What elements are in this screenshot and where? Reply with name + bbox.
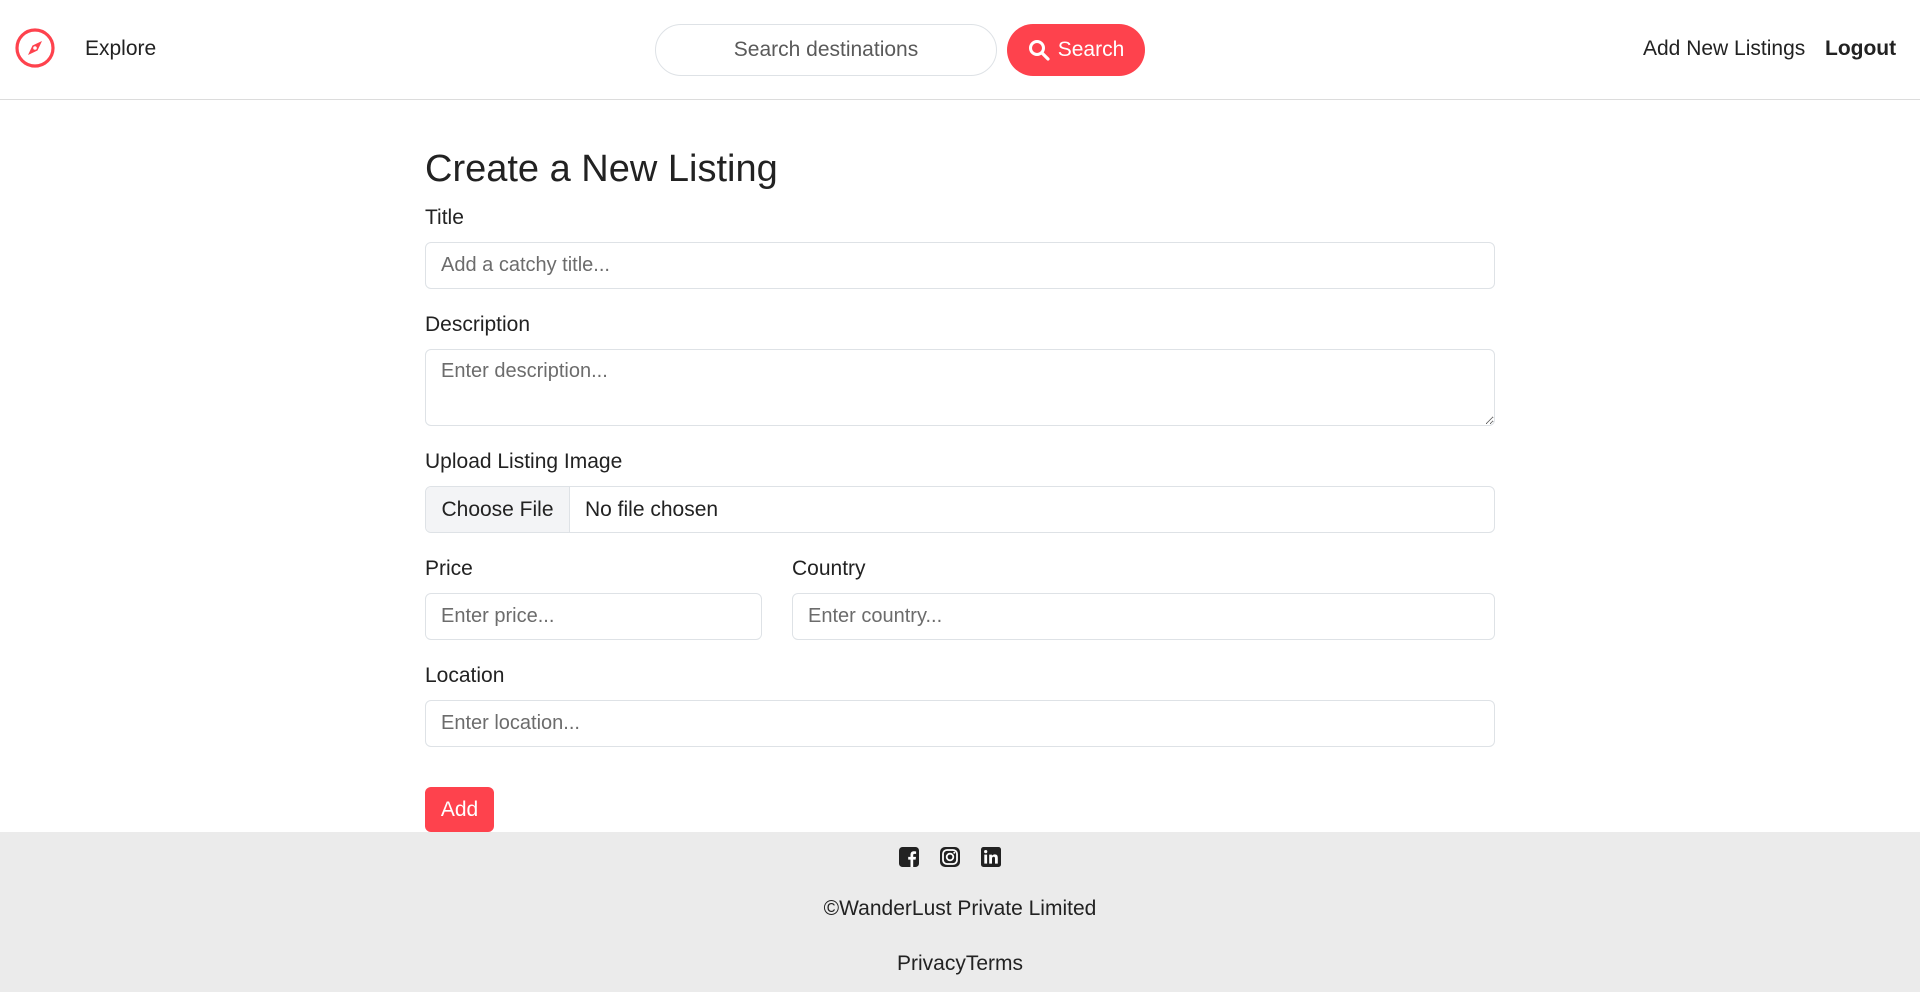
country-input[interactable] <box>792 593 1495 640</box>
location-label: Location <box>425 664 505 687</box>
instagram-icon[interactable] <box>939 846 961 868</box>
image-label: Upload Listing Image <box>425 450 623 473</box>
image-file-input[interactable]: Choose File No file chosen <box>425 486 1495 533</box>
nav-explore-link[interactable]: Explore <box>85 37 156 61</box>
page-title: Create a New Listing <box>425 148 778 190</box>
title-label: Title <box>425 206 464 229</box>
country-label: Country <box>792 557 866 580</box>
choose-file-button[interactable]: Choose File <box>426 487 570 532</box>
search-button[interactable]: Search <box>1007 24 1145 76</box>
price-label: Price <box>425 557 473 580</box>
search-button-label: Search <box>1057 38 1125 61</box>
nav-logout-link[interactable]: Logout <box>1825 37 1896 61</box>
linkedin-icon[interactable] <box>980 846 1002 868</box>
description-label: Description <box>425 313 531 336</box>
compass-icon[interactable] <box>14 27 56 69</box>
footer-copyright: ©WanderLust Private Limited <box>823 897 1097 920</box>
privacy-link[interactable]: Privacy <box>897 952 966 975</box>
location-input[interactable] <box>425 700 1495 747</box>
price-input[interactable] <box>425 593 762 640</box>
terms-link[interactable]: Terms <box>966 952 1023 975</box>
search-icon <box>1028 40 1050 61</box>
footer-links: PrivacyTerms <box>0 952 1920 976</box>
add-listing-submit-button[interactable]: Add <box>425 787 494 832</box>
navbar: Explore Search Add New Listings Logout <box>0 0 1920 100</box>
nav-add-listing-link[interactable]: Add New Listings <box>1643 37 1805 61</box>
search-input[interactable] <box>655 24 997 76</box>
description-textarea[interactable] <box>425 349 1495 426</box>
facebook-icon[interactable] <box>898 846 920 868</box>
title-input[interactable] <box>425 242 1495 289</box>
file-status-text: No file chosen <box>585 497 719 521</box>
